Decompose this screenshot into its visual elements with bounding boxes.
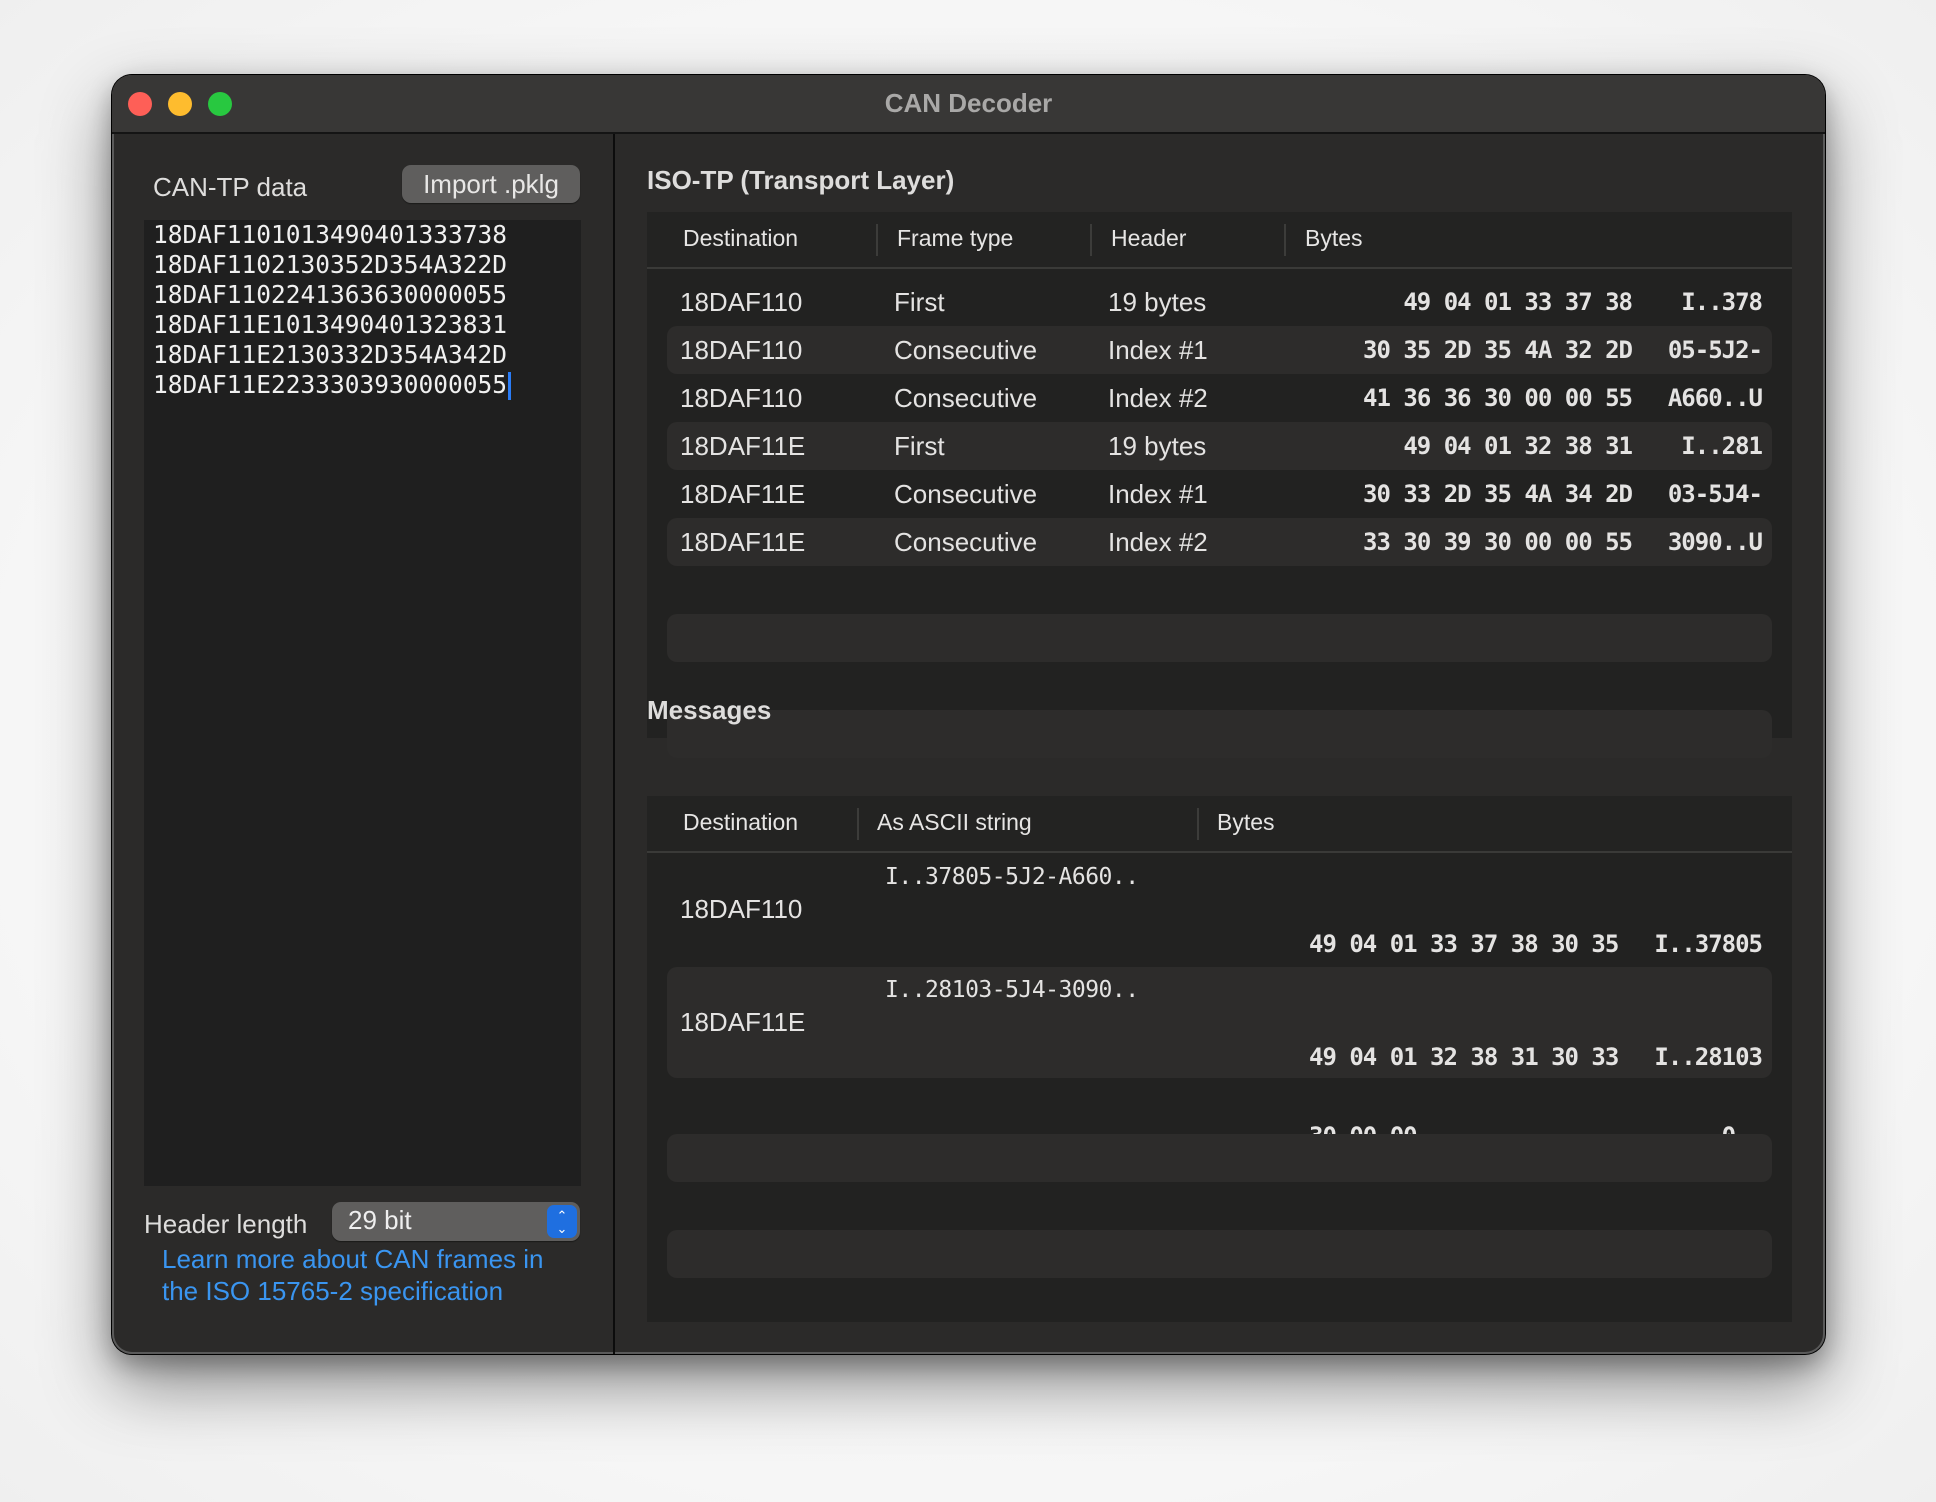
table-row[interactable]: 18DAF11E Consecutive Index #1 30 33 2D 3… xyxy=(667,470,1772,518)
cell-destination: 18DAF11E xyxy=(680,527,806,557)
text-caret xyxy=(508,372,512,400)
column-divider[interactable] xyxy=(1090,224,1092,256)
table-row[interactable]: 18DAF110 Consecutive Index #2 41 36 36 3… xyxy=(667,374,1772,422)
bytes-line: 49 04 01 32 38 31 30 33 xyxy=(1309,1043,1619,1071)
data-line: 18DAF11E2130332D354A342D xyxy=(153,340,508,369)
data-line-text: 18DAF11E2233303930000055 xyxy=(153,370,508,399)
header-length-label: Header length xyxy=(144,1209,308,1239)
messages-title: Messages xyxy=(647,695,772,725)
isotp-table-header: Destination Frame type Header Bytes xyxy=(647,212,1792,269)
column-divider[interactable] xyxy=(1197,808,1199,840)
column-header-bytes[interactable]: Bytes xyxy=(1217,809,1275,836)
cell-ascii: I..378 xyxy=(1681,288,1763,316)
cell-ascii: I..281 xyxy=(1681,432,1763,460)
cell-frame-type: First xyxy=(894,431,945,461)
cell-frame-type: Consecutive xyxy=(894,527,1038,557)
data-line: 18DAF1102130352D354A322D xyxy=(153,250,508,279)
split-divider[interactable] xyxy=(613,134,615,1354)
cell-ascii: 3090..U xyxy=(1667,528,1763,556)
cell-bytes: 49 04 01 32 38 31 xyxy=(1403,432,1633,460)
message-row[interactable]: 18DAF110 I..37805-5J2-A660.. 49 04 01 33… xyxy=(667,854,1772,1150)
chevron-up-down-icon: ⌃ ⌄ xyxy=(547,1205,577,1238)
table-row[interactable]: 18DAF110 Consecutive Index #1 30 35 2D 3… xyxy=(667,326,1772,374)
column-divider[interactable] xyxy=(857,808,859,840)
cell-bytes: 41 36 36 30 00 00 55 xyxy=(1363,384,1633,412)
empty-row xyxy=(667,1134,1772,1182)
column-header-destination[interactable]: Destination xyxy=(683,225,798,252)
isotp-title: ISO-TP (Transport Layer) xyxy=(647,165,955,195)
can-tp-data-label: CAN-TP data xyxy=(153,172,308,202)
cell-frame-type: First xyxy=(894,287,945,317)
cell-ascii-string: I..37805-5J2-A660.. xyxy=(885,864,1139,890)
messages-table-header: Destination As ASCII string Bytes xyxy=(647,796,1792,853)
column-divider[interactable] xyxy=(1284,224,1286,256)
column-header-bytes[interactable]: Bytes xyxy=(1305,225,1363,252)
cell-destination: 18DAF11E xyxy=(680,479,806,509)
data-line: 18DAF11E1013490401323831 xyxy=(153,310,508,339)
cell-bytes: 49 04 01 33 37 38 xyxy=(1403,288,1633,316)
cell-bytes: 30 33 2D 35 4A 34 2D xyxy=(1363,480,1633,508)
column-header-header[interactable]: Header xyxy=(1111,225,1186,252)
cell-header: 19 bytes xyxy=(1108,287,1207,317)
table-row[interactable]: 18DAF110 First 19 bytes 49 04 01 33 37 3… xyxy=(667,278,1772,326)
cell-bytes: 30 35 2D 35 4A 32 2D xyxy=(1363,336,1633,364)
isotp-table: Destination Frame type Header Bytes 18DA… xyxy=(647,212,1792,758)
cell-header: 19 bytes xyxy=(1108,431,1207,461)
header-length-select[interactable]: 29 bit ⌃ ⌄ xyxy=(332,1202,580,1241)
message-row[interactable]: 18DAF11E I..28103-5J4-3090.. 49 04 01 32… xyxy=(667,967,1772,1263)
cell-destination: 18DAF110 xyxy=(680,383,803,413)
empty-row xyxy=(667,710,1772,758)
ascii-line: I..37805 xyxy=(1654,930,1763,958)
cell-ascii: A660..U xyxy=(1667,384,1763,412)
ascii-line: I..28103 xyxy=(1654,1043,1763,1071)
table-row[interactable]: 18DAF11E First 19 bytes 49 04 01 32 38 3… xyxy=(667,422,1772,470)
data-line-last: 18DAF11E2233303930000055 xyxy=(153,370,581,400)
window-title: CAN Decoder xyxy=(884,88,1053,118)
cell-ascii-string: I..28103-5J4-3090.. xyxy=(885,977,1139,1003)
cell-frame-type: Consecutive xyxy=(894,335,1038,365)
title-bar[interactable]: CAN Decoder xyxy=(112,75,1825,134)
cell-destination: 18DAF110 xyxy=(680,287,803,317)
cell-destination: 18DAF11E xyxy=(680,1007,806,1037)
iso-spec-link[interactable]: Learn more about CAN frames in the ISO 1… xyxy=(162,1243,582,1307)
empty-row xyxy=(667,1230,1772,1278)
messages-table: Destination As ASCII string Bytes 18DAF1… xyxy=(647,796,1792,1322)
column-header-frame-type[interactable]: Frame type xyxy=(897,225,1013,252)
cell-bytes: 33 30 39 30 00 00 55 xyxy=(1363,528,1633,556)
cell-destination: 18DAF110 xyxy=(680,335,803,365)
app-window: CAN Decoder CAN-TP data Import .pklg 18D… xyxy=(112,75,1825,1354)
table-row[interactable]: 18DAF11E Consecutive Index #2 33 30 39 3… xyxy=(667,518,1772,566)
import-pklg-button[interactable]: Import .pklg xyxy=(402,165,580,203)
cell-destination: 18DAF11E xyxy=(680,431,806,461)
column-header-ascii-string[interactable]: As ASCII string xyxy=(877,809,1032,836)
cell-destination: 18DAF110 xyxy=(680,894,803,924)
cell-ascii: 05-5J2- xyxy=(1667,336,1763,364)
cell-frame-type: Consecutive xyxy=(894,383,1038,413)
cell-header: Index #2 xyxy=(1108,527,1208,557)
column-divider[interactable] xyxy=(876,224,878,256)
cell-header: Index #1 xyxy=(1108,479,1208,509)
data-line: 18DAF1101013490401333738 xyxy=(153,220,508,249)
empty-row xyxy=(667,614,1772,662)
header-length-value: 29 bit xyxy=(348,1205,412,1235)
cell-ascii: 03-5J4- xyxy=(1667,480,1763,508)
cell-header: Index #2 xyxy=(1108,383,1208,413)
can-tp-data-input[interactable]: 18DAF1101013490401333738 18DAF1102130352… xyxy=(144,220,581,1186)
cell-frame-type: Consecutive xyxy=(894,479,1038,509)
column-header-destination[interactable]: Destination xyxy=(683,809,798,836)
data-line: 18DAF1102241363630000055 xyxy=(153,280,508,309)
cell-header: Index #1 xyxy=(1108,335,1208,365)
bytes-line: 49 04 01 33 37 38 30 35 xyxy=(1309,930,1619,958)
